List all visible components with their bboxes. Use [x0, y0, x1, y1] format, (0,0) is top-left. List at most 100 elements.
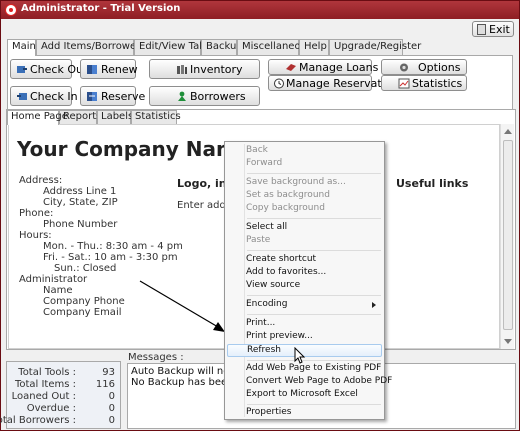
submenu-arrow-icon	[372, 302, 376, 308]
hours-label: Hours:	[19, 230, 52, 241]
menu-item-save-background[interactable]: Save background as...	[227, 177, 382, 190]
tab-upgrade-register[interactable]: Upgrade/Register	[329, 39, 421, 55]
inventory-button[interactable]: Inventory	[149, 59, 260, 79]
menu-item-encoding-label: Encoding	[246, 299, 288, 309]
tab-main[interactable]: Main	[7, 39, 36, 56]
clock-icon	[274, 78, 284, 89]
menu-item-encoding[interactable]: Encoding	[227, 299, 382, 312]
company-name: Your Company Name	[17, 137, 251, 161]
options-icon	[400, 63, 408, 72]
options-label: Options	[418, 61, 461, 74]
useful-links-heading: Useful links	[396, 177, 469, 190]
page-scrollbar[interactable]	[500, 124, 514, 349]
mouse-cursor-icon	[294, 347, 306, 364]
borrowers-button[interactable]: Borrowers	[149, 86, 260, 106]
inventory-label: Inventory	[190, 63, 243, 76]
menu-item-print-preview[interactable]: Print preview...	[227, 331, 382, 344]
menu-item-forward[interactable]: Forward	[227, 158, 382, 171]
menu-separator	[247, 173, 381, 174]
borrowers-label: Borrowers	[190, 90, 246, 103]
exit-button[interactable]: Exit	[472, 21, 514, 37]
tab-statistics[interactable]: Statistics	[131, 110, 181, 124]
stat-label: Total Items :	[14, 379, 76, 390]
stat-overdue: Overdue : 0	[7, 403, 120, 414]
stat-total-borrowers: Total Borrowers : 0	[0, 415, 120, 426]
renew-label: Renew	[101, 63, 138, 76]
statistics-button[interactable]: Statistics	[381, 75, 467, 91]
menu-item-paste[interactable]: Paste	[227, 235, 382, 248]
phone-number: Phone Number	[43, 219, 118, 230]
manage-loans-button[interactable]: Manage Loans	[268, 59, 378, 75]
tab-backup[interactable]: Backup	[201, 39, 243, 55]
main-toolbar: Check Out Renew Inventory Manage Loans O…	[7, 55, 513, 110]
stat-value: 0	[108, 415, 115, 426]
tab-home-page[interactable]: Home Page	[7, 110, 68, 125]
menu-item-print[interactable]: Print...	[227, 318, 382, 331]
statistics-label: Statistics	[412, 77, 463, 90]
options-button[interactable]: Options	[381, 59, 467, 75]
borrowers-icon	[178, 91, 186, 101]
menu-separator	[247, 218, 381, 219]
tab-help[interactable]: Help	[299, 39, 329, 55]
stat-value: 116	[95, 379, 115, 390]
statistics-icon	[398, 78, 410, 89]
menu-item-convert-pdf[interactable]: Convert Web Page to Adobe PDF	[227, 376, 392, 389]
check-in-icon	[17, 93, 27, 100]
menu-item-view-source[interactable]: View source	[227, 280, 382, 293]
scroll-down-icon[interactable]	[504, 339, 512, 344]
stat-value: 0	[108, 403, 115, 414]
check-out-label: Check Out	[30, 63, 88, 76]
manage-reservations-button[interactable]: Manage Reservations	[268, 75, 404, 91]
check-in-label: Check In	[30, 90, 78, 103]
admin-label: Administrator	[19, 274, 88, 285]
menu-separator	[247, 295, 381, 296]
check-in-button[interactable]: Check In	[10, 86, 78, 106]
menu-item-back[interactable]: Back	[227, 145, 382, 158]
city-line: City, State, ZIP	[43, 197, 118, 208]
title-bar: Administrator - Trial Version	[1, 1, 519, 19]
stat-value: 0	[108, 391, 115, 402]
admin-name: Name	[43, 285, 73, 296]
check-out-button[interactable]: Check Out	[10, 59, 87, 79]
scroll-up-icon[interactable]	[504, 129, 512, 134]
menu-separator	[247, 360, 381, 361]
hours-sun: Sun.: Closed	[54, 263, 117, 274]
stat-total-tools: Total Tools : 93	[7, 367, 120, 378]
menu-separator	[247, 404, 381, 405]
app-window: Administrator - Trial Version Exit Main …	[0, 0, 520, 431]
door-icon	[477, 24, 486, 35]
menu-item-select-all[interactable]: Select all	[227, 222, 382, 235]
menu-item-properties[interactable]: Properties	[227, 407, 382, 420]
admin-phone: Company Phone	[43, 296, 125, 307]
stat-total-items: Total Items : 116	[7, 379, 120, 390]
tab-labels[interactable]: Labels	[97, 110, 133, 124]
tab-add-items-borrowers[interactable]: Add Items/Borrowers	[36, 39, 145, 55]
tab-edit-view-table[interactable]: Edit/View Table	[134, 39, 215, 55]
context-menu: Back Forward Save background as... Set a…	[224, 141, 392, 420]
address-line: Address Line 1	[43, 186, 117, 197]
hours-mon-thu: Mon. - Thu.: 8:30 am - 4 pm	[43, 241, 183, 252]
menu-separator	[247, 314, 381, 315]
tab-miscellaneous[interactable]: Miscellaneous	[237, 39, 312, 55]
menu-item-export-excel[interactable]: Export to Microsoft Excel	[227, 389, 382, 402]
inventory-icon	[177, 65, 187, 74]
menu-item-set-background[interactable]: Set as background	[227, 190, 382, 203]
reserve-label: Reserve	[101, 90, 146, 103]
menu-item-add-favorites[interactable]: Add to favorites...	[227, 267, 382, 280]
stat-loaned-out: Loaned Out : 0	[7, 391, 120, 402]
app-icon	[5, 4, 17, 16]
menu-item-create-shortcut[interactable]: Create shortcut	[227, 254, 382, 267]
stats-panel: Total Tools : 93 Total Items : 116 Loane…	[0, 361, 121, 429]
admin-email: Company Email	[43, 307, 122, 318]
scroll-thumb[interactable]	[503, 140, 513, 330]
stat-label: Total Tools :	[18, 367, 76, 378]
stat-value: 93	[102, 367, 115, 378]
exit-label: Exit	[489, 23, 510, 36]
renew-button[interactable]: Renew	[80, 59, 138, 79]
reserve-button[interactable]: Reserve	[80, 86, 145, 106]
phone-label: Phone:	[19, 208, 54, 219]
stat-label: Total Borrowers :	[0, 415, 76, 426]
check-out-icon	[17, 66, 27, 73]
stat-label: Loaned Out :	[11, 391, 76, 402]
menu-item-copy-background[interactable]: Copy background	[227, 203, 382, 216]
